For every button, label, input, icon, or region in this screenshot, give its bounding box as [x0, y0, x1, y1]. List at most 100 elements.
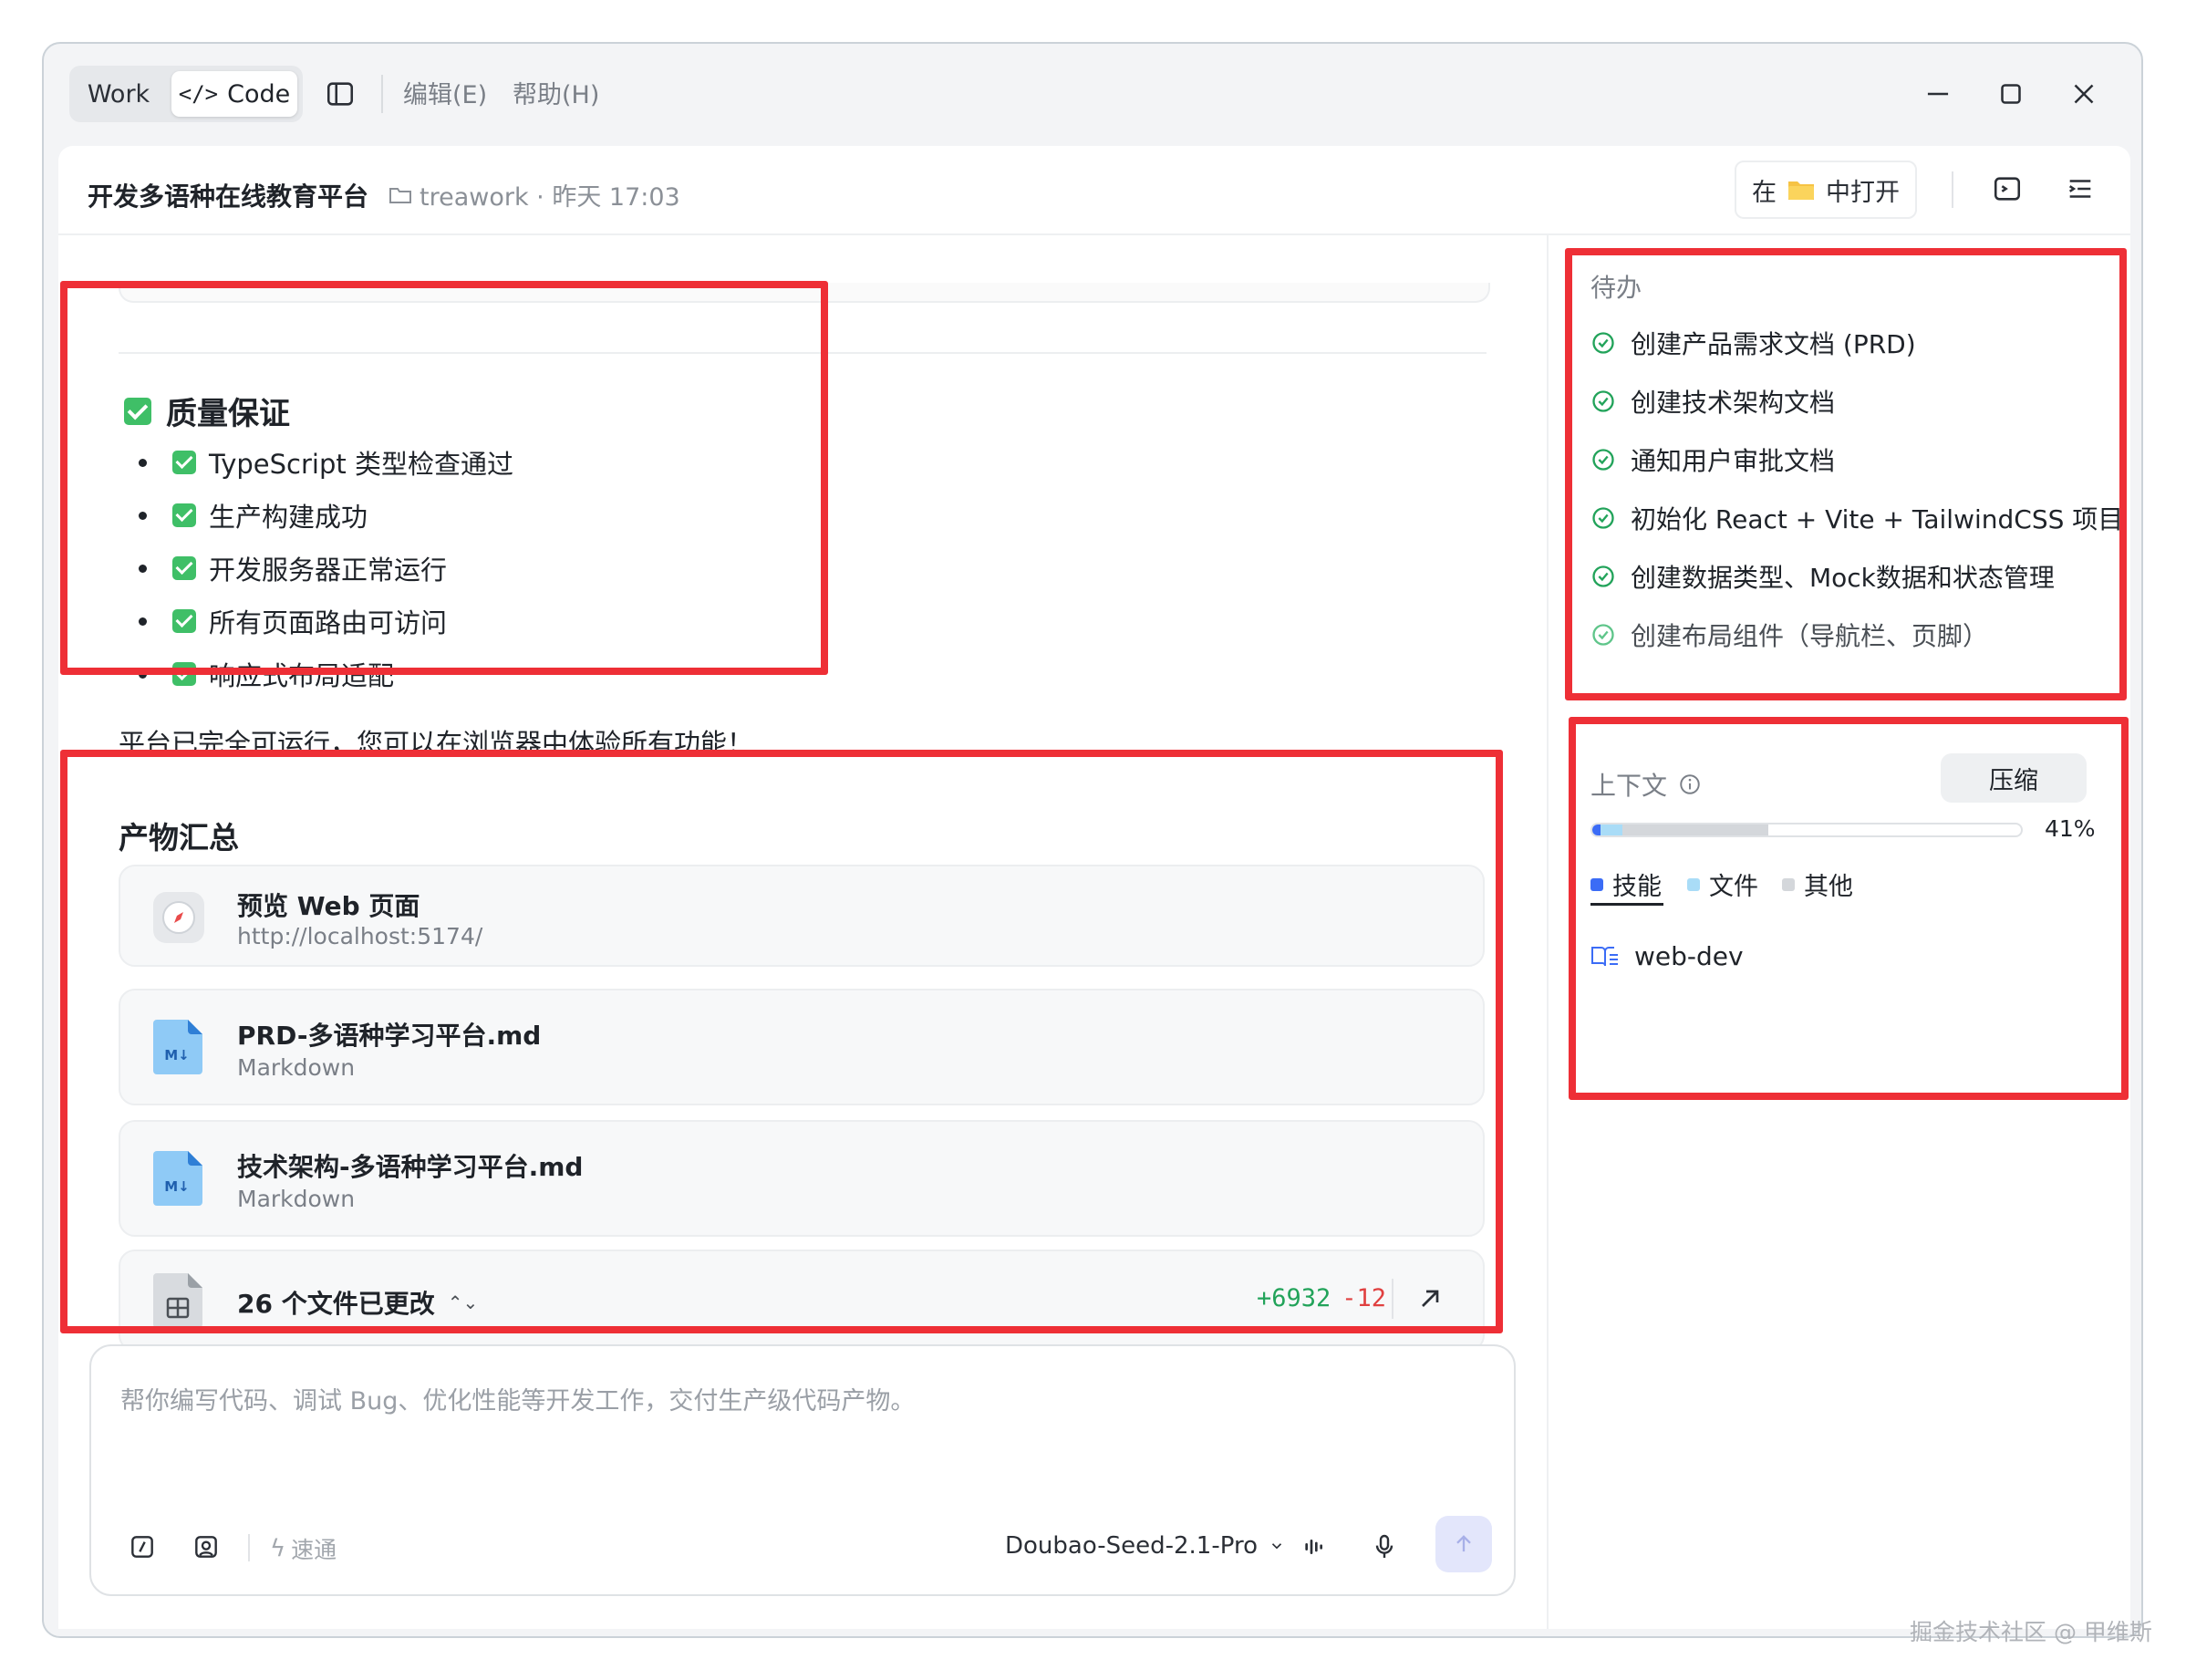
check-box-icon: [172, 609, 196, 633]
qa-item-text: 所有页面路由可访问: [209, 607, 448, 638]
completion-message: 平台已完全可运行，您可以在浏览器中体验所有功能！: [119, 728, 754, 759]
changed-files-card[interactable]: 26 个文件已更改 ⌃⌄ +6932 -12: [119, 1250, 1485, 1352]
arrow-up-icon: [1456, 1535, 1471, 1552]
mode-code-button[interactable]: </> Code: [171, 71, 297, 117]
artifact-title: PRD-多语种学习平台.md: [237, 1021, 542, 1051]
check-circle-icon: [1592, 624, 1614, 646]
watermark: 掘金技术社区 @ 甲维斯: [1910, 1619, 2152, 1645]
artifact-subtitle: http://localhost:5174/: [237, 923, 483, 949]
lines-removed: -12: [1342, 1284, 1387, 1312]
legend-label: 技能: [1612, 873, 1662, 901]
info-icon[interactable]: [1678, 773, 1702, 796]
maximize-icon[interactable]: [1994, 77, 2028, 111]
todo-item: 创建技术架构文档: [1590, 383, 1835, 420]
todo-item: 通知用户审批文档: [1590, 441, 1835, 478]
artifacts-heading: 产物汇总: [119, 820, 239, 856]
artifact-card-architecture[interactable]: M↓ 技术架构-多语种学习平台.md Markdown: [119, 1120, 1485, 1237]
qa-item-text: 响应式布局适配: [209, 660, 395, 691]
open-prefix: 在: [1752, 178, 1777, 207]
check-box-icon: [172, 503, 196, 527]
legend-skills-tab[interactable]: 技能: [1590, 866, 1662, 902]
todo-item: 创建数据类型、Mock数据和状态管理: [1590, 558, 2055, 595]
markdown-file-icon: M↓: [153, 1151, 202, 1206]
book-icon: [1591, 946, 1618, 966]
check-circle-icon: [1592, 449, 1614, 471]
usage-other-segment: [1621, 824, 1768, 835]
diff-stats: +6932 -12: [1257, 1284, 1386, 1312]
voice-waveform-icon[interactable]: [1300, 1532, 1330, 1561]
changed-files-label: 26 个文件已更改 ⌃⌄: [237, 1284, 478, 1321]
qa-heading-text: 质量保证: [166, 396, 290, 432]
main-panel: 开发多语种在线教育平台 treawork · 昨天 17:03 在 中打开 质量…: [58, 146, 2130, 1629]
model-selector[interactable]: Doubao-Seed-2.1-Pro: [1005, 1532, 1285, 1560]
legend-swatch: [1590, 877, 1603, 891]
app-window: Work </> Code 编辑(E) 帮助(H) 开发多语种在线教育平台 tr…: [42, 42, 2143, 1638]
slash-command-icon[interactable]: [128, 1532, 157, 1561]
previous-card-edge: [119, 283, 1490, 303]
artifact-card-prd[interactable]: M↓ PRD-多语种学习平台.md Markdown: [119, 989, 1485, 1105]
legend-files-tab[interactable]: 文件: [1687, 866, 1758, 902]
legend-other-tab[interactable]: 其他: [1782, 866, 1853, 902]
close-icon[interactable]: [2067, 77, 2101, 111]
active-tab-underline: [1590, 903, 1663, 906]
microphone-icon[interactable]: [1370, 1532, 1399, 1561]
legend-label: 其他: [1804, 873, 1853, 901]
task-meta: treawork · 昨天 17:03: [389, 177, 680, 213]
artifact-subtitle: Markdown: [237, 1054, 356, 1081]
yellow-folder-icon: [1788, 181, 1814, 200]
mode-work-button[interactable]: Work: [75, 71, 162, 117]
mode-switch: Work </> Code: [69, 66, 303, 122]
open-in-folder-button[interactable]: 在 中打开: [1735, 161, 1917, 219]
check-circle-icon: [1592, 507, 1614, 529]
artifact-title: 技术架构-多语种学习平台.md: [237, 1152, 584, 1182]
qa-item-text: 开发服务器正常运行: [209, 555, 448, 586]
titlebar-divider: [381, 75, 383, 113]
qa-item: 响应式布局适配: [139, 655, 394, 693]
outline-toggle-icon[interactable]: [2065, 173, 2096, 204]
qa-item: 开发服务器正常运行: [139, 549, 447, 587]
todo-text: 创建技术架构文档: [1631, 388, 1836, 418]
image-upload-icon[interactable]: [192, 1532, 221, 1561]
qa-item-text: 生产构建成功: [209, 502, 368, 533]
skill-item[interactable]: web-dev: [1590, 941, 1744, 971]
expand-chevron-icon[interactable]: ⌃⌄: [448, 1291, 479, 1313]
minimize-icon[interactable]: [1921, 77, 1955, 111]
qa-item: 生产构建成功: [139, 496, 368, 534]
todo-item: 初始化 React + Vite + TailwindCSS 项目: [1590, 500, 2123, 536]
check-box-icon: [124, 397, 151, 425]
folder-icon: [389, 187, 411, 203]
qa-item-text: TypeScript 类型检查通过: [209, 449, 513, 480]
menu-help[interactable]: 帮助(H): [513, 75, 599, 110]
speed-mode-toggle[interactable]: ϟ 速通: [270, 1532, 337, 1565]
header-divider: [1952, 171, 1953, 208]
legend-label: 文件: [1709, 873, 1758, 901]
check-box-icon: [172, 556, 196, 580]
speed-mode-label: 速通: [291, 1537, 337, 1563]
todo-item: 创建产品需求文档 (PRD): [1590, 325, 1916, 361]
open-external-icon[interactable]: [1415, 1284, 1445, 1313]
lines-added: +6932: [1257, 1284, 1331, 1312]
compass-icon: [153, 892, 204, 943]
compress-button[interactable]: 压缩: [1941, 753, 2087, 803]
todo-text: 通知用户审批文档: [1631, 446, 1836, 476]
open-suffix: 中打开: [1826, 178, 1900, 207]
artifact-card-preview[interactable]: 预览 Web 页面 http://localhost:5174/: [119, 865, 1485, 967]
sidebar-toggle-icon[interactable]: [325, 78, 356, 109]
terminal-icon[interactable]: [1992, 173, 2023, 204]
artifact-subtitle: Markdown: [237, 1186, 356, 1212]
legend-swatch: [1782, 877, 1795, 891]
usage-skills-segment: [1592, 824, 1601, 835]
panel-separator: [1547, 235, 1549, 1629]
menu-edit[interactable]: 编辑(E): [403, 75, 487, 110]
send-button[interactable]: [1435, 1516, 1492, 1572]
input-divider: [248, 1534, 250, 1561]
context-usage-percent: 41%: [2045, 815, 2096, 842]
chat-input[interactable]: 帮你编写代码、调试 Bug、优化性能等开发工作，交付生产级代码产物。 ϟ 速通 …: [89, 1344, 1516, 1596]
file-diff-icon: [153, 1273, 202, 1328]
changed-files-text: 26 个文件已更改: [237, 1289, 435, 1319]
check-box-icon: [172, 451, 196, 474]
todo-text: 创建布局组件（导航栏、页脚）: [1631, 621, 1989, 651]
legend-swatch: [1687, 877, 1700, 891]
check-circle-icon: [1592, 565, 1614, 587]
todo-item: 创建布局组件（导航栏、页脚）: [1590, 617, 1988, 653]
